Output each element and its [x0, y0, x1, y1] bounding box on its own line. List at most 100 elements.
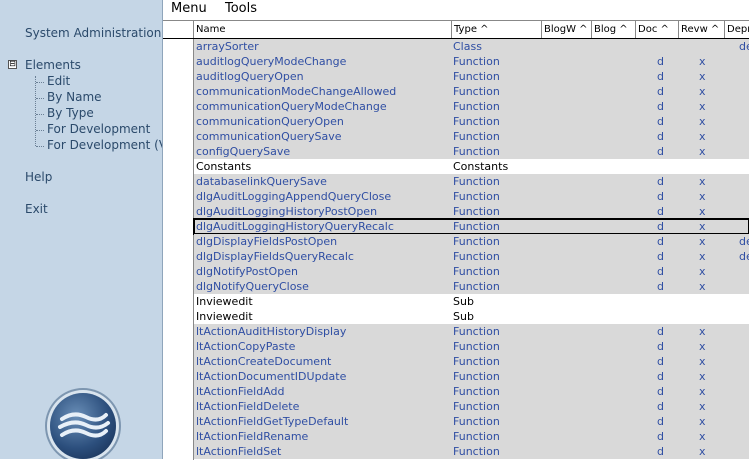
cell-type: Function — [453, 385, 500, 398]
nav-exit[interactable]: Exit — [25, 202, 48, 216]
tree-branch — [36, 98, 44, 99]
menu-tools[interactable]: Tools — [225, 1, 257, 16]
table-row[interactable]: ltActionDocumentIDUpdate Function d x — [194, 369, 749, 384]
cell-doc: d — [657, 220, 664, 233]
cell-depr — [739, 129, 749, 144]
cell-type: Function — [453, 190, 500, 203]
cell-revw: x — [699, 430, 706, 443]
cell-revw: x — [699, 400, 706, 413]
table-row[interactable]: communicationQueryModeChange Function d x — [194, 99, 749, 114]
cell-depr — [739, 429, 749, 444]
table-row[interactable]: dlgNotifyQueryClose Function d x — [194, 279, 749, 294]
cell-revw: x — [699, 115, 706, 128]
tree-item-by-name[interactable]: By Name — [47, 90, 102, 104]
table-row[interactable]: Inviewedit Sub — [194, 309, 749, 324]
table-row[interactable]: communicationQueryOpen Function d x — [194, 114, 749, 129]
cell-doc — [657, 294, 667, 309]
table-row[interactable]: ltActionFieldDelete Function d x — [194, 399, 749, 414]
table-row[interactable]: dlgAuditLoggingAppendQueryClose Function d… — [194, 189, 749, 204]
cell-doc: d — [657, 70, 664, 83]
column-header-depr[interactable]: Depr — [724, 21, 749, 38]
tree-branch — [36, 130, 44, 131]
cell-depr — [739, 114, 749, 129]
cell-doc: d — [657, 355, 664, 368]
cell-name: ltActionAuditHistoryDisplay — [196, 325, 347, 338]
table-row[interactable]: ltActionCopyPaste Function d x — [194, 339, 749, 354]
table-row[interactable]: ltActionAuditHistoryDisplay Function d x — [194, 324, 749, 339]
table-row[interactable]: Constants Constants — [194, 159, 749, 174]
table-row[interactable]: dlgDisplayFieldsPostOpen Function d x de — [194, 234, 749, 249]
cell-revw: x — [699, 355, 706, 368]
column-header-blog[interactable]: Blog ^ — [591, 21, 635, 38]
cell-type: Function — [453, 250, 500, 263]
table-row[interactable]: arraySorter Class de — [194, 39, 749, 54]
cell-revw: x — [699, 130, 706, 143]
cell-name: ltActionCopyPaste — [196, 340, 296, 353]
table-row[interactable]: Inviewedit Sub — [194, 294, 749, 309]
collapse-icon[interactable]: ⊟ — [8, 60, 17, 69]
cell-revw: x — [699, 190, 706, 203]
cell-doc — [657, 309, 667, 324]
cell-depr — [739, 324, 749, 339]
cell-name: databaselinkQuerySave — [196, 175, 327, 188]
table-row[interactable]: dlgNotifyPostOpen Function d x — [194, 264, 749, 279]
cell-name: configQuerySave — [196, 145, 291, 158]
column-header-revw[interactable]: Revw ^ — [678, 21, 724, 38]
cell-type: Function — [453, 85, 500, 98]
tree-item-for-development[interactable]: For Development — [47, 122, 150, 136]
table-row[interactable]: auditlogQueryOpen Function d x — [194, 69, 749, 84]
nav-system-administration[interactable]: System Administration — [25, 26, 161, 40]
cell-doc: d — [657, 280, 664, 293]
table-row[interactable]: auditlogQueryModeChange Function d x — [194, 54, 749, 69]
cell-doc — [657, 39, 667, 54]
table-row[interactable]: communicationModeChangeAllowed Function d x — [194, 84, 749, 99]
cell-depr — [739, 309, 749, 324]
table-row[interactable]: configQuerySave Function d x — [194, 144, 749, 159]
table-row[interactable]: dlgDisplayFieldsQueryRecalc Function d x de — [194, 249, 749, 264]
cell-depr — [739, 69, 749, 84]
table-row[interactable]: databaselinkQuerySave Function d x — [194, 174, 749, 189]
cell-name: Constants — [196, 160, 252, 173]
tree-item-edit[interactable]: Edit — [47, 74, 70, 88]
table-row[interactable]: ltActionFieldRename Function d x — [194, 429, 749, 444]
table-row[interactable]: dlgAuditLoggingHistoryPostOpen Function d x — [194, 204, 749, 219]
cell-depr — [739, 384, 749, 399]
cell-doc: d — [657, 115, 664, 128]
column-header-doc[interactable]: Doc ^ — [635, 21, 678, 38]
column-header-type[interactable]: Type ^ — [451, 21, 541, 38]
cell-name: communicationModeChangeAllowed — [196, 85, 397, 98]
cell-type: Function — [453, 370, 500, 383]
cell-doc: d — [657, 250, 664, 263]
sidebar: System Administration ⊟ Elements Edit By… — [0, 0, 163, 459]
cell-revw — [699, 39, 709, 54]
cell-doc: d — [657, 385, 664, 398]
cell-doc: d — [657, 415, 664, 428]
table-row[interactable]: ltActionFieldGetTypeDefault Function d x — [194, 414, 749, 429]
tree-item-by-type[interactable]: By Type — [47, 106, 94, 120]
cell-depr — [739, 144, 749, 159]
table-row[interactable]: ltActionFieldAdd Function d x — [194, 384, 749, 399]
cell-depr — [739, 369, 749, 384]
cell-type: Class — [453, 40, 482, 53]
cell-revw — [699, 309, 709, 324]
cell-doc: d — [657, 340, 664, 353]
column-header-name[interactable]: Name — [193, 21, 451, 38]
menu-menu[interactable]: Menu — [171, 1, 207, 16]
table-row[interactable]: dlgAuditLoggingHistoryQueryRecalc Functio… — [193, 218, 749, 235]
cell-type: Sub — [453, 310, 474, 323]
table-row[interactable]: communicationQuerySave Function d x — [194, 129, 749, 144]
cell-doc: d — [657, 430, 664, 443]
nav-elements[interactable]: Elements — [25, 58, 81, 72]
cell-name: ltActionFieldRename — [196, 430, 309, 443]
table-row[interactable]: ltActionFieldSet Function d x — [194, 444, 749, 459]
cell-type: Function — [453, 130, 500, 143]
cell-doc: d — [657, 205, 664, 218]
table-row[interactable]: ltActionCreateDocument Function d x — [194, 354, 749, 369]
cell-depr — [739, 174, 749, 189]
tree-item-for-development-ve[interactable]: For Development (Ve — [47, 138, 162, 152]
nav-help[interactable]: Help — [25, 170, 52, 184]
cell-depr — [739, 189, 749, 204]
cell-type: Function — [453, 340, 500, 353]
cell-name: ltActionFieldAdd — [196, 385, 285, 398]
column-header-blogw[interactable]: BlogW ^ — [541, 21, 591, 38]
